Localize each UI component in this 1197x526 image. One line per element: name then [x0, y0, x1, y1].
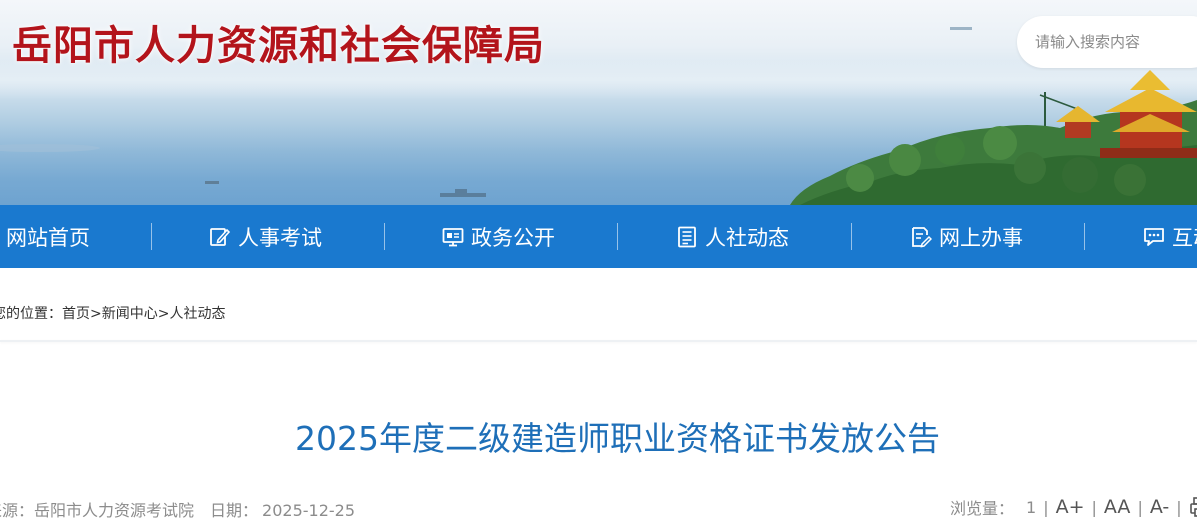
breadcrumb-link-home[interactable]: 首页: [62, 306, 90, 322]
article-meta-source-date: 来源：岳阳市人力资源考试院日期：2025-12-25: [0, 497, 355, 521]
font-reset-button[interactable]: AA: [1104, 496, 1131, 518]
header-banner: 岳阳市人力资源和社会保障局: [0, 0, 1197, 205]
nav-divider: [1084, 223, 1085, 250]
monitor-icon: [442, 227, 464, 246]
main-nav: 网站首页 人事考试 政务公开 人社动态 网上办事 互: [0, 205, 1197, 268]
edit-icon: [210, 227, 231, 246]
breadcrumb-prefix: 您的位置：: [0, 306, 62, 322]
breadcrumb-link-news-center[interactable]: 新闻中心: [102, 306, 158, 322]
breadcrumb-separator: >: [90, 306, 102, 322]
nav-divider: [384, 223, 385, 250]
breadcrumb-link-hr-news[interactable]: 人社动态: [169, 306, 225, 322]
font-smaller-button[interactable]: A-: [1150, 496, 1169, 518]
views-label: 浏览量：: [950, 499, 1015, 518]
document-list-icon: [678, 226, 696, 247]
nav-label-online-service: 网上办事: [939, 225, 1023, 250]
nav-label-news: 人社动态: [705, 225, 789, 250]
font-larger-button[interactable]: A+: [1056, 496, 1085, 518]
nav-divider: [851, 223, 852, 250]
chat-icon: [1144, 227, 1164, 246]
nav-item-gov-affairs[interactable]: 政务公开: [442, 205, 555, 268]
article-title: 2025年度二级建造师职业资格证书发放公告: [295, 419, 940, 458]
search-input[interactable]: [1035, 33, 1195, 51]
print-icon[interactable]: [1189, 496, 1197, 518]
nav-label-gov-affairs: 政务公开: [471, 225, 555, 250]
article-tools: 浏览量： 1 | A+ | AA | A- |: [950, 495, 1197, 519]
nav-label-home: 网站首页: [6, 225, 90, 250]
form-edit-icon: [912, 226, 932, 247]
breadcrumb: 您的位置：首页>新闻中心>人社动态: [0, 303, 225, 323]
date-label: 日期：: [210, 501, 259, 520]
nav-item-news[interactable]: 人社动态: [676, 205, 789, 268]
nav-label-interaction: 互动: [1172, 225, 1197, 250]
nav-item-interaction[interactable]: 互动: [1143, 205, 1197, 268]
nav-item-exams[interactable]: 人事考试: [209, 205, 322, 268]
nav-label-exams: 人事考试: [238, 225, 322, 250]
source-value: 岳阳市人力资源考试院: [34, 501, 195, 520]
search-box[interactable]: [1017, 16, 1197, 68]
date-value: 2025-12-25: [262, 501, 356, 520]
nav-divider: [151, 223, 152, 250]
nav-divider: [617, 223, 618, 250]
breadcrumb-separator: >: [157, 306, 170, 322]
nav-item-online-service[interactable]: 网上办事: [910, 205, 1023, 268]
views-count: 1: [1026, 497, 1037, 517]
nav-item-home[interactable]: 网站首页: [6, 205, 90, 268]
content-divider: [0, 340, 1197, 342]
source-label: 来源：: [0, 501, 35, 520]
site-title: 岳阳市人力资源和社会保障局: [12, 22, 545, 69]
